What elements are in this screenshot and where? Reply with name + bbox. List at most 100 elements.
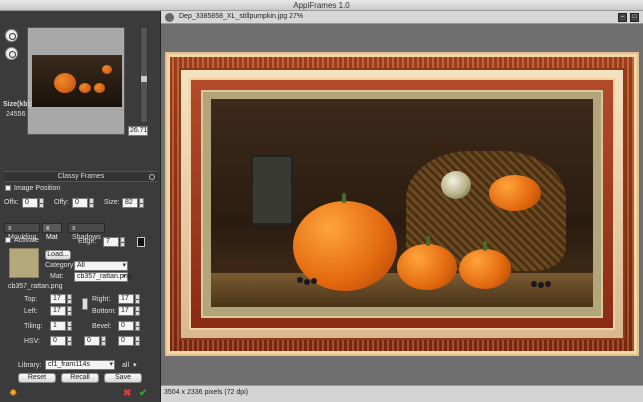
hsv-h-field[interactable]: 0: [50, 336, 66, 346]
gear-icon[interactable]: [149, 174, 155, 180]
offx-stepper[interactable]: [39, 198, 44, 208]
bevel-label: Bevel:: [92, 323, 112, 330]
offy-field[interactable]: 0: [72, 198, 88, 208]
zoom-out-icon[interactable]: [5, 47, 18, 60]
activate-label: Activate: [14, 237, 39, 244]
control-panel: Size(kb): 24556 26.71 Classy Frames Imag…: [0, 11, 161, 402]
tab-moulding[interactable]: x Moulding: [4, 223, 41, 241]
frame-moulding: [165, 52, 639, 356]
hsv-s-field[interactable]: 0: [84, 336, 100, 346]
thumb-pumpkin: [79, 83, 91, 93]
mat-select[interactable]: cb357_rattan.png: [74, 272, 132, 282]
right-stepper[interactable]: [135, 294, 140, 304]
library-filter-chevron-icon[interactable]: ▾: [133, 361, 137, 369]
bottom-stepper[interactable]: [135, 306, 140, 316]
left-stepper[interactable]: [67, 306, 72, 316]
bottom-field[interactable]: 17: [118, 306, 134, 316]
hsv-v-field[interactable]: 0: [118, 336, 134, 346]
zoom-slider-knob[interactable]: [141, 76, 147, 82]
thumb-pumpkin: [54, 73, 76, 93]
size-value: 24556: [6, 111, 26, 118]
top-label: Top:: [24, 296, 38, 303]
mat-label: Mat:: [50, 273, 64, 280]
ok-icon[interactable]: ✔: [139, 389, 147, 399]
window-title: AppiFrames 1.0: [293, 1, 350, 10]
offx-field[interactable]: 0: [22, 198, 38, 208]
lantern: [251, 155, 293, 225]
recall-button[interactable]: Recall: [61, 373, 99, 383]
zoom-field[interactable]: 26.71: [128, 126, 148, 136]
size-label: Size(kb):: [3, 101, 33, 108]
mat-filename: cb357_rattan.png: [8, 283, 63, 290]
size-pos-label: Size:: [104, 199, 120, 206]
image-position-label: Image Position: [14, 185, 61, 192]
top-stepper[interactable]: [67, 294, 72, 304]
frame-red-band: [189, 78, 615, 330]
cancel-icon[interactable]: ✖: [123, 389, 131, 399]
bevel-field[interactable]: 0: [118, 321, 134, 331]
right-field[interactable]: 17: [118, 294, 134, 304]
grape: [297, 277, 303, 283]
edge-stepper[interactable]: [120, 237, 125, 247]
sun-icon[interactable]: ✹: [9, 389, 17, 399]
stem: [342, 193, 346, 203]
framed-photo: [211, 99, 593, 307]
grape: [304, 279, 310, 285]
large-pumpkin: [293, 201, 397, 291]
hsv-h-stepper[interactable]: [67, 336, 72, 346]
gourd: [441, 171, 471, 199]
load-button[interactable]: Load...: [45, 250, 71, 260]
grape: [545, 281, 551, 287]
left-field[interactable]: 17: [50, 306, 66, 316]
tiling-label: Tiling:: [24, 323, 43, 330]
tab-shadows[interactable]: x Shadows: [68, 223, 105, 241]
offx-label: Offx:: [4, 199, 19, 206]
hsv-s-stepper[interactable]: [101, 336, 106, 346]
size-pos-field[interactable]: 82: [122, 198, 138, 208]
left-label: Left:: [24, 308, 38, 315]
edge-field[interactable]: 7: [103, 237, 119, 247]
window-titlebar: AppiFrames 1.0: [0, 0, 643, 11]
tab-mat[interactable]: x Mat: [42, 223, 62, 241]
image-dimensions: 3504 x 2336 pixels (72 dpi): [164, 389, 249, 396]
stem: [483, 241, 487, 251]
save-button[interactable]: Save: [104, 373, 142, 383]
maximize-icon[interactable]: □: [630, 13, 639, 22]
library-filter[interactable]: all: [122, 362, 129, 369]
preview-image: [32, 55, 122, 107]
right-label: Right:: [92, 296, 111, 303]
bevel-stepper[interactable]: [135, 321, 140, 331]
reset-button[interactable]: Reset: [18, 373, 56, 383]
thumb-pumpkin: [94, 83, 105, 93]
document-title: Dep_3385858_XL_stillpumpkin.jpg 27%: [179, 13, 304, 20]
link-icon[interactable]: [82, 298, 88, 310]
activate-checkbox[interactable]: [5, 237, 11, 243]
medium-pumpkin: [397, 244, 457, 290]
small-pumpkin: [459, 249, 511, 289]
offy-label: Offy:: [54, 199, 69, 206]
document-icon: [165, 13, 174, 22]
section-header-classy-frames: Classy Frames: [4, 171, 158, 182]
zoom-in-icon[interactable]: [5, 29, 18, 42]
zoom-slider[interactable]: [140, 27, 148, 123]
thumb-pumpkin: [102, 65, 112, 74]
minimize-icon[interactable]: –: [618, 13, 627, 22]
hsv-label: HSV:: [24, 338, 41, 345]
section-title: Classy Frames: [57, 173, 105, 180]
library-label: Library:: [18, 362, 42, 369]
stem: [426, 236, 430, 246]
category-select[interactable]: All: [74, 261, 128, 271]
status-bar: 3504 x 2336 pixels (72 dpi): [161, 385, 643, 402]
edge-label: Edge:: [78, 238, 97, 245]
top-field[interactable]: 17: [50, 294, 66, 304]
library-select[interactable]: cf1_fram114s: [45, 360, 115, 370]
size-pos-stepper[interactable]: [139, 198, 144, 208]
offy-stepper[interactable]: [89, 198, 94, 208]
document-window: Dep_3385858_XL_stillpumpkin.jpg 27% – □: [161, 11, 643, 402]
hsv-v-stepper[interactable]: [135, 336, 140, 346]
tiling-stepper[interactable]: [67, 321, 72, 331]
tiling-field[interactable]: 1: [50, 321, 66, 331]
edge-color-swatch[interactable]: [137, 237, 145, 247]
mat-border: [201, 90, 603, 318]
image-position-checkbox[interactable]: [5, 185, 11, 191]
